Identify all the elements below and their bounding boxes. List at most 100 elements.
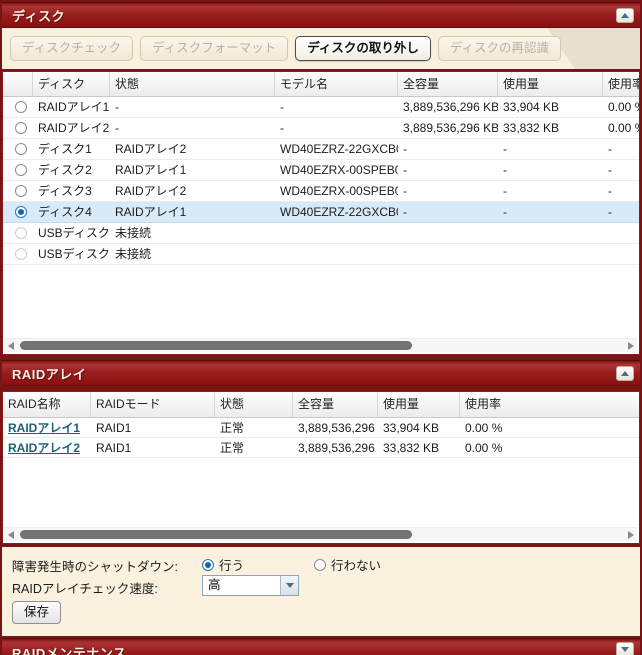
- scroll-left-arrow-icon[interactable]: [8, 531, 14, 539]
- disk-table-header-row: ディスク 状態 モデル名 全容量 使用量 使用率: [3, 72, 639, 97]
- cell-used: -: [498, 202, 603, 222]
- cell-model: [275, 244, 398, 264]
- disk-remove-button[interactable]: ディスクの取り外し: [295, 36, 431, 61]
- cell-raid-total: 3,889,536,296 KB: [293, 418, 378, 437]
- row-radio[interactable]: [15, 122, 27, 134]
- raid-collapse-button[interactable]: [616, 366, 634, 381]
- raid-maintenance-section-header: RAIDメンテナンス: [2, 638, 640, 655]
- cell-raid-status: 正常: [215, 438, 293, 457]
- shutdown-option-yes[interactable]: 行う: [202, 555, 244, 574]
- table-row-usb-disk1: USBディスク1 未接続: [3, 223, 639, 244]
- raid-table-row1: RAIDアレイ1 RAID1 正常 3,889,536,296 KB 33,90…: [3, 418, 639, 438]
- cell-total: -: [398, 160, 498, 180]
- cell-used: 33,832 KB: [498, 118, 603, 138]
- disk-table-panel: ディスク 状態 モデル名 全容量 使用量 使用率 RAIDアレイ1 - - 3,…: [2, 71, 640, 355]
- raid-check-speed-label: RAIDアレイチェック速度:: [12, 578, 158, 597]
- scrollbar-thumb[interactable]: [20, 341, 412, 350]
- cell-usage: -: [603, 202, 639, 222]
- cell-disk: ディスク4: [33, 202, 110, 222]
- raid-array2-link[interactable]: RAIDアレイ2: [8, 441, 80, 455]
- horizontal-scrollbar[interactable]: [5, 338, 637, 352]
- raid-check-speed-select[interactable]: 高: [202, 575, 299, 596]
- cell-raid-status: 正常: [215, 418, 293, 437]
- cell-disk: USBディスク2: [33, 244, 110, 264]
- disk-rescan-button: ディスクの再認識: [438, 36, 561, 61]
- cell-raid-usage: 0.00 %: [460, 438, 639, 457]
- row-radio-disabled: [15, 227, 27, 239]
- cell-status: RAIDアレイ1: [110, 202, 275, 222]
- radio-unchecked[interactable]: [314, 559, 326, 571]
- row-radio[interactable]: [15, 101, 27, 113]
- radio-checked[interactable]: [202, 559, 214, 571]
- cell-usage: -: [603, 139, 639, 159]
- cell-model: -: [275, 97, 398, 117]
- row-radio-disabled: [15, 248, 27, 260]
- cell-usage: [603, 223, 639, 243]
- cell-total: -: [398, 181, 498, 201]
- scrollbar-thumb[interactable]: [20, 530, 412, 539]
- scroll-right-arrow-icon[interactable]: [628, 531, 634, 539]
- raid-maintenance-title: RAIDメンテナンス: [12, 643, 127, 655]
- table-row-disk1[interactable]: ディスク1 RAIDアレイ2 WD40EZRZ-22GXCB0 - - -: [3, 139, 639, 160]
- column-header-status: 状態: [110, 72, 275, 96]
- raid-table-header-row: RAID名称 RAIDモード 状態 全容量 使用量 使用率: [3, 392, 639, 418]
- cell-raid-used: 33,832 KB: [378, 438, 460, 457]
- table-row-disk3[interactable]: ディスク3 RAIDアレイ2 WD40EZRX-00SPEB0 - - -: [3, 181, 639, 202]
- cell-disk: ディスク3: [33, 181, 110, 201]
- disk-section-title: ディスク: [12, 6, 65, 25]
- cell-disk: RAIDアレイ2: [33, 118, 110, 138]
- raid-array1-link[interactable]: RAIDアレイ1: [8, 421, 80, 435]
- cell-status: RAIDアレイ1: [110, 160, 275, 180]
- column-header-raid-name: RAID名称: [3, 392, 91, 417]
- cell-total: [398, 223, 498, 243]
- save-button[interactable]: 保存: [12, 601, 61, 624]
- cell-model: WD40EZRX-00SPEB0: [275, 181, 398, 201]
- cell-disk: RAIDアレイ1: [33, 97, 110, 117]
- maintenance-expand-button[interactable]: [616, 642, 634, 655]
- cell-model: WD40EZRZ-22GXCB0: [275, 139, 398, 159]
- row-radio[interactable]: [15, 143, 27, 155]
- chevron-down-icon: [286, 583, 294, 588]
- disk-management-page: ディスク ディスクチェック ディスクフォーマット ディスクの取り外し ディスクの…: [0, 0, 642, 655]
- row-radio[interactable]: [15, 164, 27, 176]
- disk-collapse-button[interactable]: [616, 8, 634, 23]
- cell-used: -: [498, 160, 603, 180]
- scroll-right-arrow-icon[interactable]: [628, 342, 634, 350]
- cell-raid-mode: RAID1: [91, 418, 215, 437]
- column-header-total: 全容量: [398, 72, 498, 96]
- select-arrow-button[interactable]: [280, 576, 298, 595]
- table-row-raid-array2[interactable]: RAIDアレイ2 - - 3,889,536,296 KB 33,832 KB …: [3, 118, 639, 139]
- column-header-usage: 使用率: [603, 72, 639, 96]
- option-label: 行う: [219, 555, 244, 574]
- chevron-up-icon: [621, 371, 629, 376]
- select-value: 高: [203, 576, 280, 595]
- table-row-disk4-selected[interactable]: ディスク4 RAIDアレイ1 WD40EZRZ-22GXCB0 - - -: [3, 202, 639, 223]
- radio-column-header: [3, 72, 33, 96]
- table-row-raid-array1[interactable]: RAIDアレイ1 - - 3,889,536,296 KB 33,904 KB …: [3, 97, 639, 118]
- cell-used: [498, 223, 603, 243]
- disk-section-header: ディスク: [2, 2, 640, 28]
- cell-total: -: [398, 202, 498, 222]
- horizontal-scrollbar[interactable]: [5, 527, 637, 541]
- cell-used: 33,904 KB: [498, 97, 603, 117]
- column-header-raid-used: 使用量: [378, 392, 460, 417]
- raid-table-row2: RAIDアレイ2 RAID1 正常 3,889,536,296 KB 33,83…: [3, 438, 639, 458]
- table-row-disk2[interactable]: ディスク2 RAIDアレイ1 WD40EZRX-00SPEB0 - - -: [3, 160, 639, 181]
- cell-status: RAIDアレイ2: [110, 181, 275, 201]
- cell-total: [398, 244, 498, 264]
- column-header-raid-total: 全容量: [293, 392, 378, 417]
- cell-total: 3,889,536,296 KB: [398, 97, 498, 117]
- shutdown-option-no[interactable]: 行わない: [314, 555, 381, 574]
- column-header-raid-status: 状態: [215, 392, 293, 417]
- cell-status: 未接続: [110, 223, 275, 243]
- raid-section-title: RAIDアレイ: [12, 364, 86, 383]
- scroll-left-arrow-icon[interactable]: [8, 342, 14, 350]
- column-header-raid-usage: 使用率: [460, 392, 639, 417]
- shutdown-on-failure-label: 障害発生時のシャットダウン:: [12, 556, 178, 575]
- row-radio-checked[interactable]: [15, 206, 27, 218]
- row-radio[interactable]: [15, 185, 27, 197]
- cell-total: 3,889,536,296 KB: [398, 118, 498, 138]
- column-header-model: モデル名: [275, 72, 398, 96]
- raid-table-panel: RAID名称 RAIDモード 状態 全容量 使用量 使用率 RAIDアレイ1 R…: [2, 391, 640, 544]
- cell-model: [275, 223, 398, 243]
